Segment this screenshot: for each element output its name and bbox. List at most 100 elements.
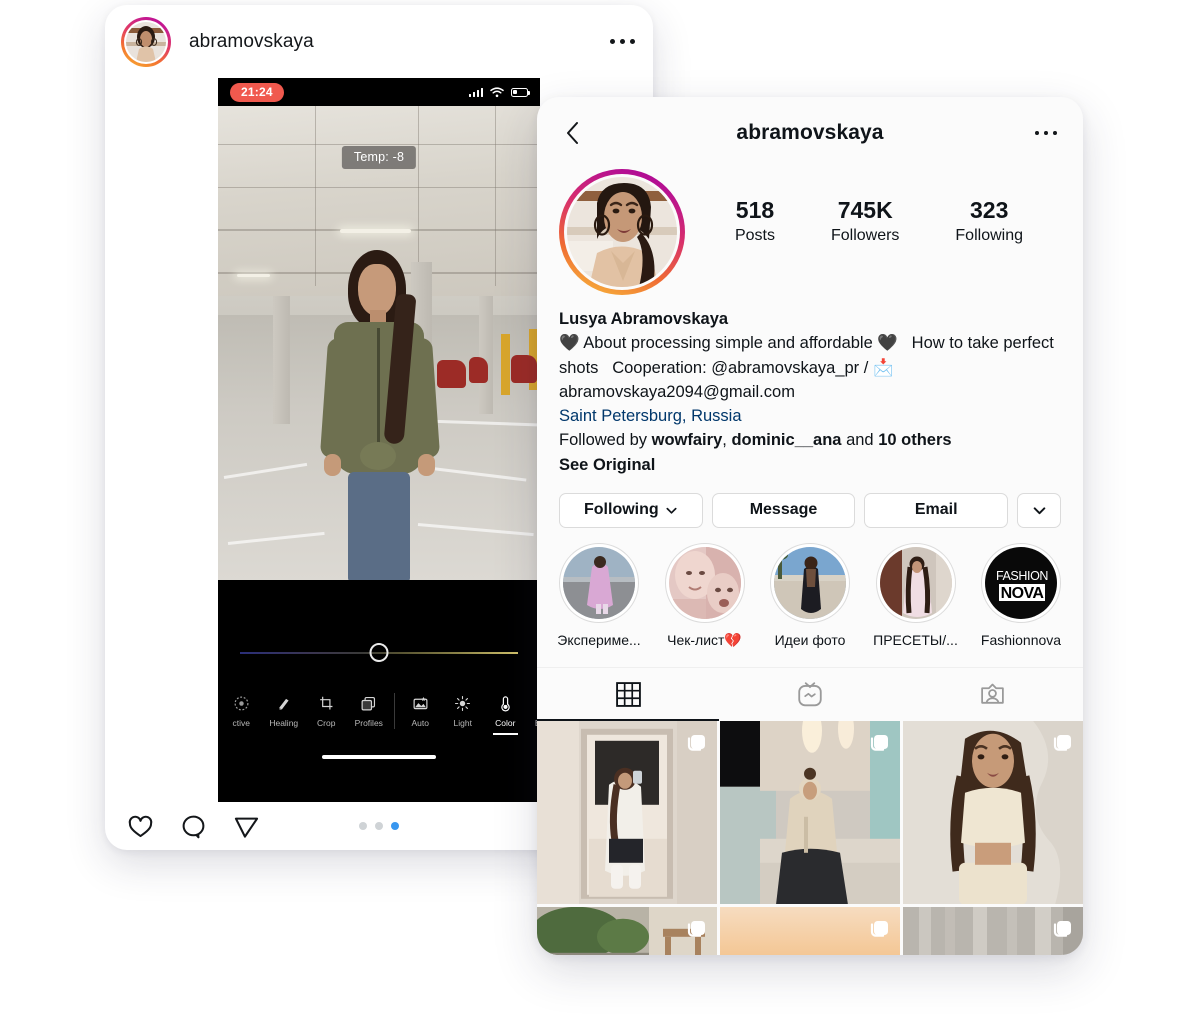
- message-button-label: Message: [749, 501, 818, 519]
- carousel-page-dots: [359, 822, 399, 830]
- editor-photo-preview: Temp: -8: [218, 106, 540, 580]
- grid-post-5[interactable]: [720, 907, 900, 955]
- grid-post-3[interactable]: [903, 720, 1083, 905]
- chevron-down-icon: [1033, 507, 1045, 514]
- profile-action-buttons: Following Message Email: [537, 477, 1083, 528]
- signal-bars-icon: [468, 87, 483, 97]
- temperature-slider[interactable]: [240, 641, 518, 665]
- highlight-ring: [559, 542, 639, 623]
- stat-followers[interactable]: 745K Followers: [831, 197, 899, 245]
- highlight-cheklist[interactable]: Чек-лист💔: [657, 542, 753, 649]
- stat-label: Followers: [830, 227, 900, 244]
- tab-igtv[interactable]: [719, 668, 901, 721]
- highlight-fashionnova[interactable]: FASHION NOVA Fashionnova: [973, 542, 1069, 649]
- avatar[interactable]: [121, 16, 171, 67]
- tool-label: Healing: [269, 717, 299, 728]
- profile-location-link[interactable]: Saint Petersburg, Russia: [559, 404, 1061, 428]
- highlight-idei-foto[interactable]: Идеи фото: [762, 542, 858, 649]
- grid-post-2[interactable]: [720, 720, 900, 905]
- stat-value: 323: [970, 197, 1009, 223]
- highlight-ring: [664, 542, 745, 623]
- more-options-button[interactable]: [1017, 492, 1062, 528]
- more-horizontal-icon[interactable]: [1035, 130, 1057, 136]
- battery-icon: [511, 87, 531, 97]
- tool-label: Profiles: [354, 717, 383, 728]
- stat-posts[interactable]: 518 Posts: [735, 197, 775, 245]
- photo-subject: [319, 250, 441, 580]
- highlight-eksperimenty[interactable]: Экспериме...: [551, 542, 647, 649]
- followed-by: Followed by wowfairy, dominic__ana and 1…: [559, 428, 1061, 452]
- temp-overlay-chip: Temp: -8: [341, 146, 417, 169]
- home-indicator: [322, 754, 436, 759]
- igtv-icon: [798, 682, 822, 707]
- editor-toolbar: ctive Healing Crop Profiles Auto Light C…: [218, 682, 540, 740]
- carousel-icon: [1053, 734, 1071, 751]
- highlight-ring: [770, 542, 850, 623]
- avatar-image: [126, 21, 166, 62]
- avatar[interactable]: [559, 169, 685, 295]
- grid-post-4[interactable]: [537, 907, 717, 955]
- highlight-cover: [563, 546, 635, 619]
- tool-healing[interactable]: Healing: [263, 695, 306, 728]
- tab-grid[interactable]: [537, 668, 719, 721]
- comma: ,: [722, 431, 727, 450]
- screenshot-stage: abramovskaya 21:24 Temp: -8 ctive Healin…: [0, 0, 1200, 1024]
- carousel-icon: [870, 921, 888, 938]
- tool-light[interactable]: Light: [442, 695, 485, 728]
- profile-stats: 518 Posts 745K Followers 323 Following: [685, 169, 1061, 245]
- profile-navbar: abramovskaya: [537, 97, 1083, 169]
- highlight-cover: FASHION NOVA: [985, 546, 1057, 619]
- phone-editor-screen: 21:24 Temp: -8 ctive Healing Crop Profil…: [218, 78, 540, 802]
- mutual-2[interactable]: dominic__ana: [731, 431, 841, 449]
- toolbar-divider: [394, 693, 395, 729]
- tool-auto[interactable]: Auto: [399, 695, 442, 728]
- tool-profiles[interactable]: Profiles: [348, 695, 391, 728]
- editor-controls-panel: ctive Healing Crop Profiles Auto Light C…: [218, 580, 540, 770]
- carousel-icon: [687, 921, 705, 938]
- highlight-cover: [668, 546, 741, 619]
- feed-username[interactable]: abramovskaya: [189, 31, 314, 53]
- highlight-label: Идеи фото: [774, 631, 846, 648]
- email-button-label: Email: [914, 501, 958, 519]
- status-time: 21:24: [230, 82, 284, 102]
- message-button[interactable]: Message: [711, 492, 856, 528]
- slider-handle[interactable]: [369, 643, 389, 662]
- comment-icon[interactable]: [180, 813, 207, 840]
- grid-post-6[interactable]: [903, 907, 1083, 955]
- following-button[interactable]: Following: [559, 492, 703, 528]
- highlight-cover: [879, 546, 952, 619]
- tool-label: Crop: [317, 717, 336, 728]
- tool-crop[interactable]: Crop: [305, 695, 348, 728]
- avatar-gap: [564, 174, 680, 290]
- profile-photo-grid: [537, 720, 1083, 955]
- tool-color[interactable]: Color: [484, 695, 527, 735]
- highlight-label: Экспериме...: [557, 631, 641, 648]
- share-paperplane-icon[interactable]: [233, 813, 260, 840]
- following-button-label: Following: [584, 501, 659, 519]
- envelope-icon: 📩: [872, 358, 894, 377]
- heart-icon[interactable]: [127, 813, 154, 840]
- mutual-others[interactable]: 10 others: [878, 431, 951, 449]
- tab-tagged[interactable]: [901, 668, 1083, 721]
- mutual-1[interactable]: wowfairy: [652, 431, 723, 449]
- and-word: and: [846, 431, 874, 450]
- stat-following[interactable]: 323 Following: [955, 197, 1023, 245]
- more-horizontal-icon[interactable]: [610, 39, 635, 44]
- grid-icon: [615, 681, 641, 707]
- page-title: abramovskaya: [736, 121, 884, 144]
- tool-label: Auto: [411, 717, 430, 728]
- tool-selective[interactable]: ctive: [220, 695, 263, 728]
- highlight-presety[interactable]: ПРЕСЕТЫ/...: [868, 542, 964, 649]
- bio-email: abramovskaya2094@gmail.com: [559, 382, 795, 401]
- grid-post-1[interactable]: [537, 720, 717, 905]
- chevron-left-icon[interactable]: [563, 120, 585, 146]
- profile-bio: Lusya Abramovskaya 🖤 About processing si…: [537, 295, 1083, 477]
- email-button[interactable]: Email: [864, 492, 1009, 528]
- svg-text:FASHION: FASHION: [996, 569, 1048, 583]
- stat-label: Posts: [734, 227, 775, 244]
- chevron-down-icon: [666, 507, 677, 514]
- tool-label: Color: [495, 717, 516, 728]
- wifi-icon: [490, 86, 504, 97]
- status-indicators: [468, 86, 531, 98]
- see-original-link[interactable]: See Original: [559, 453, 1061, 477]
